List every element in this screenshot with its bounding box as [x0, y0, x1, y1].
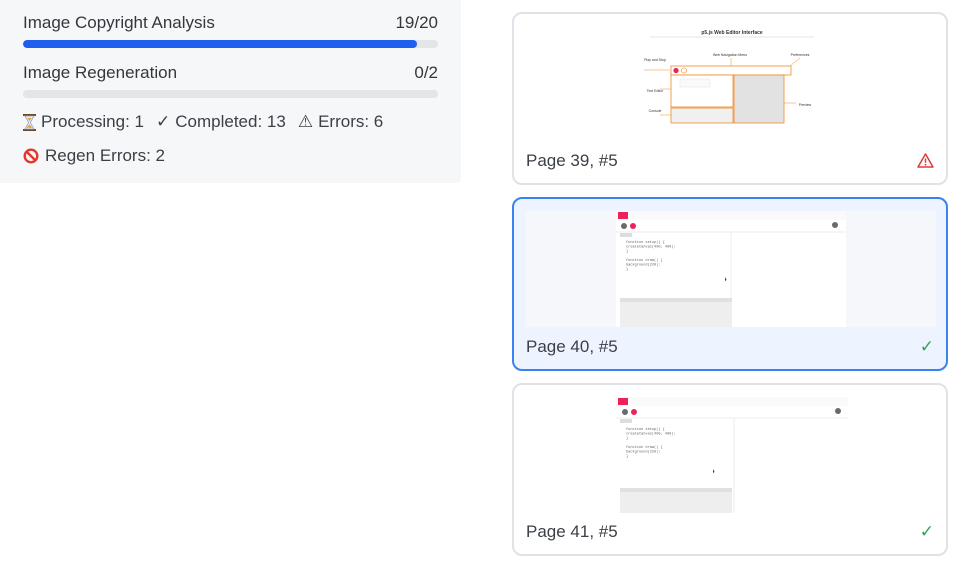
code-line: }	[626, 267, 628, 272]
code-line: function setup() {	[626, 240, 665, 245]
warning-icon: ⚠	[297, 112, 314, 131]
thumbnail-title: p5.js Web Editor Interface	[701, 30, 763, 36]
ban-icon	[23, 148, 39, 164]
code-line: }	[626, 436, 628, 441]
editor-thumbnail: function setup() { createCanvas(400, 400…	[526, 211, 936, 327]
task-copyright-analysis: Image Copyright Analysis 19/20	[23, 13, 438, 48]
diagram-thumbnail: p5.js Web Editor Interface Web Navigatio…	[644, 30, 814, 124]
check-icon: ✓	[919, 337, 934, 356]
errors-count: Errors: 6	[318, 112, 384, 131]
code-line: background(220);	[626, 263, 661, 268]
card-label: Page 41, #5	[526, 522, 618, 541]
page-thumbnail: p5.js Web Editor Interface Web Navigatio…	[640, 26, 824, 142]
page-thumbnail: function setup() { createCanvas(400, 400…	[616, 397, 848, 513]
card-label: Page 40, #5	[526, 337, 618, 356]
progress-panel: Image Copyright Analysis 19/20 Image Reg…	[0, 0, 461, 183]
task-count: 0/2	[414, 63, 438, 82]
code-line: function draw() {	[626, 258, 663, 263]
regen-errors-count: Regen Errors: 2	[45, 146, 165, 165]
callout-label: Preview	[799, 103, 812, 107]
card-label: Page 39, #5	[526, 151, 618, 170]
check-icon: ✓	[919, 522, 934, 541]
page-thumbnail: function setup() { createCanvas(400, 400…	[526, 211, 936, 327]
code-line: }	[626, 249, 628, 254]
status-summary: Processing: 1 ✓ Completed: 13 ⚠ Errors: …	[23, 112, 383, 132]
task-count: 19/20	[395, 13, 438, 32]
code-line: }	[626, 454, 628, 459]
callout-label: Web Navigation Menu	[713, 53, 747, 57]
task-label: Image Copyright Analysis	[23, 13, 215, 32]
code-line: function setup() {	[626, 427, 665, 432]
code-line: background(220);	[626, 450, 661, 455]
progress-bar-fill	[23, 40, 418, 48]
task-label: Image Regeneration	[23, 63, 178, 82]
warning-icon	[917, 153, 934, 168]
editor-thumbnail: function setup() { createCanvas(400, 400…	[616, 397, 848, 513]
code-line: function draw() {	[626, 445, 663, 450]
check-icon: ✓	[156, 112, 171, 131]
progress-bar	[23, 90, 438, 98]
processing-count: Processing: 1	[41, 112, 144, 131]
callout-label: Text Editor	[647, 89, 664, 93]
hourglass-icon	[23, 113, 36, 131]
code-line: createCanvas(400, 400);	[626, 245, 676, 250]
code-line: createCanvas(400, 400);	[626, 432, 676, 437]
callout-label: Preferences	[791, 53, 810, 57]
callout-label: Console	[649, 109, 662, 113]
thumbnail-card[interactable]: function setup() { createCanvas(400, 400…	[512, 383, 948, 556]
progress-bar	[23, 40, 438, 48]
task-image-regeneration: Image Regeneration 0/2	[23, 63, 438, 98]
thumbnail-card[interactable]: p5.js Web Editor Interface Web Navigatio…	[512, 12, 948, 185]
regen-errors-line: Regen Errors: 2	[23, 146, 165, 166]
thumbnail-card-selected[interactable]: function setup() { createCanvas(400, 400…	[512, 197, 948, 371]
callout-label: Play and Stop	[644, 58, 666, 62]
completed-count: Completed: 13	[175, 112, 286, 131]
